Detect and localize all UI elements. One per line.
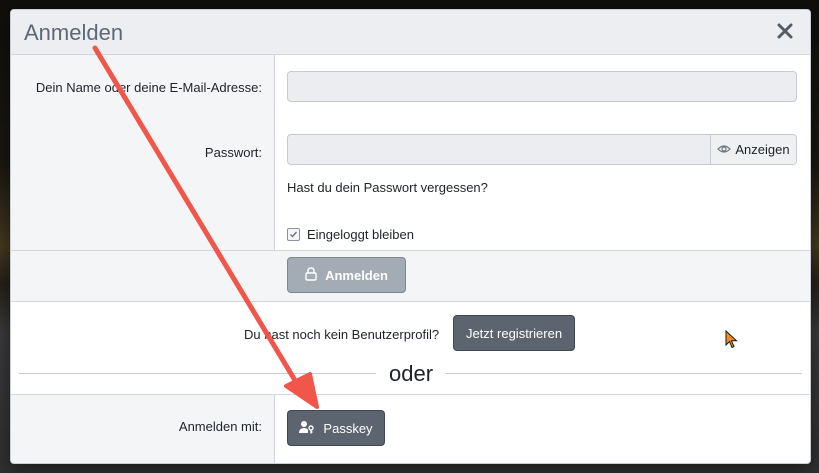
login-dialog: Anmelden Dein Name oder deine E-Mail-Adr… [10, 9, 811, 464]
show-password-button[interactable]: Anzeigen [710, 135, 796, 164]
alt-login-row: Anmelden mit: Passkey [11, 395, 810, 463]
login-button[interactable]: Anmelden [287, 257, 406, 293]
passkey-button-label: Passkey [323, 420, 373, 436]
username-label: Dein Name oder deine E-Mail-Adresse: [35, 80, 262, 95]
separator-line-left [19, 373, 376, 374]
checkbox-checked-icon [287, 228, 300, 241]
eye-icon [717, 142, 732, 157]
close-icon[interactable] [776, 22, 794, 40]
username-row: Dein Name oder deine E-Mail-Adresse: [11, 55, 810, 118]
user-key-icon [299, 420, 315, 437]
forgot-password-link[interactable]: Hast du dein Passwort vergessen? [287, 180, 488, 195]
password-input[interactable] [288, 135, 712, 164]
mouse-cursor-icon [725, 329, 739, 353]
lock-icon [305, 266, 317, 284]
login-button-label: Anmelden [325, 267, 388, 283]
register-row: Du hast noch kein Benutzerprofil? Jetzt … [11, 302, 810, 395]
passkey-button[interactable]: Passkey [287, 410, 385, 446]
register-button[interactable]: Jetzt registrieren [453, 315, 575, 351]
dialog-header: Anmelden [11, 10, 810, 55]
dialog-title: Anmelden [24, 20, 124, 45]
separator-line-right [445, 373, 802, 374]
password-row: Passwort: Anzeigen Hast du dein Passwort… [11, 118, 810, 251]
remember-me-label: Eingeloggt bleiben [307, 227, 414, 242]
submit-row: Anmelden [11, 251, 810, 302]
password-label: Passwort: [204, 145, 262, 160]
register-prompt: Du hast noch kein Benutzerprofil? [244, 327, 440, 342]
remember-me-checkbox[interactable]: Eingeloggt bleiben [287, 227, 414, 242]
register-button-label: Jetzt registrieren [465, 325, 563, 341]
username-input[interactable] [287, 71, 797, 102]
password-field: Anzeigen [287, 134, 797, 165]
show-password-label: Anzeigen [735, 142, 790, 157]
alt-login-label: Anmelden mit: [178, 419, 262, 434]
separator-text: oder [389, 361, 434, 386]
